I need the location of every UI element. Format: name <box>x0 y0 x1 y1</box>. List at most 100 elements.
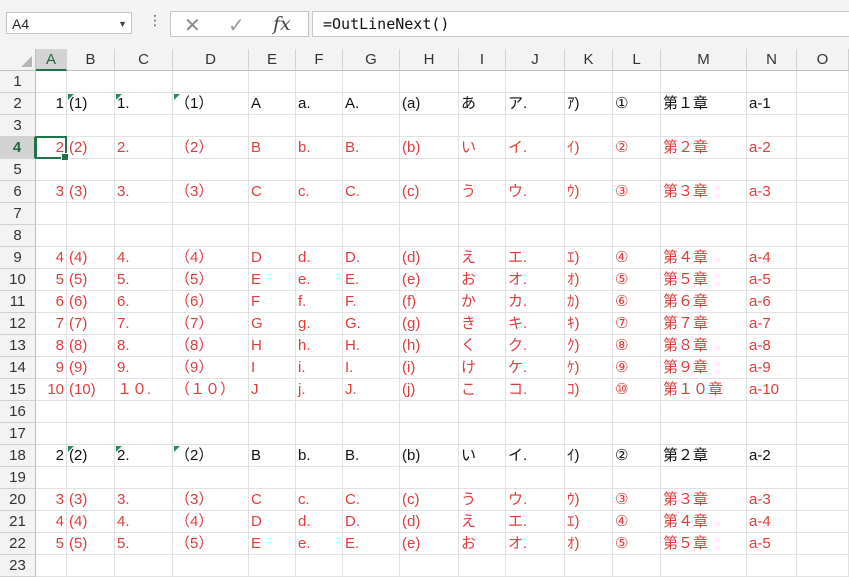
cell-f3[interactable] <box>296 115 343 137</box>
cell-i16[interactable] <box>459 401 506 423</box>
cell-b20[interactable]: (3) <box>67 489 115 511</box>
cell-n3[interactable] <box>747 115 797 137</box>
cell-a3[interactable] <box>36 115 67 137</box>
cell-k20[interactable]: ｳ) <box>565 489 613 511</box>
cell-k11[interactable]: ｶ) <box>565 291 613 313</box>
row-header-10[interactable]: 10 <box>0 269 36 291</box>
cell-n16[interactable] <box>747 401 797 423</box>
cell-k9[interactable]: ｴ) <box>565 247 613 269</box>
cell-n14[interactable]: a-9 <box>747 357 797 379</box>
cell-j11[interactable]: カ. <box>506 291 565 313</box>
cell-n4[interactable]: a-2 <box>747 137 797 159</box>
cell-j7[interactable] <box>506 203 565 225</box>
cell-b1[interactable] <box>67 71 115 93</box>
cell-c10[interactable]: 5. <box>115 269 173 291</box>
cell-a14[interactable]: 9 <box>36 357 67 379</box>
cell-c8[interactable] <box>115 225 173 247</box>
cell-g15[interactable]: J. <box>343 379 400 401</box>
cell-e18[interactable]: B <box>249 445 296 467</box>
cell-g14[interactable]: I. <box>343 357 400 379</box>
cell-d20[interactable]: （3） <box>173 489 249 511</box>
column-header-m[interactable]: M <box>661 49 747 71</box>
cell-e2[interactable]: A <box>249 93 296 115</box>
column-header-i[interactable]: I <box>459 49 506 71</box>
cell-k8[interactable] <box>565 225 613 247</box>
cancel-icon[interactable]: ✕ <box>184 13 201 37</box>
cell-j5[interactable] <box>506 159 565 181</box>
cell-f2[interactable]: a. <box>296 93 343 115</box>
cell-h2[interactable]: (a) <box>400 93 459 115</box>
cell-e12[interactable]: G <box>249 313 296 335</box>
cell-i15[interactable]: こ <box>459 379 506 401</box>
row-header-22[interactable]: 22 <box>0 533 36 555</box>
cell-g8[interactable] <box>343 225 400 247</box>
cell-f10[interactable]: e. <box>296 269 343 291</box>
row-header-12[interactable]: 12 <box>0 313 36 335</box>
cell-g1[interactable] <box>343 71 400 93</box>
cell-e5[interactable] <box>249 159 296 181</box>
cell-m11[interactable]: 第６章 <box>661 291 747 313</box>
cell-d18[interactable]: （2） <box>173 445 249 467</box>
cell-f11[interactable]: f. <box>296 291 343 313</box>
cell-b10[interactable]: (5) <box>67 269 115 291</box>
cell-d17[interactable] <box>173 423 249 445</box>
row-header-16[interactable]: 16 <box>0 401 36 423</box>
cell-b7[interactable] <box>67 203 115 225</box>
cell-c15[interactable]: １０. <box>115 379 173 401</box>
cell-i23[interactable] <box>459 555 506 577</box>
cell-h4[interactable]: (b) <box>400 137 459 159</box>
cell-d7[interactable] <box>173 203 249 225</box>
cell-m19[interactable] <box>661 467 747 489</box>
cell-n22[interactable]: a-5 <box>747 533 797 555</box>
cell-b3[interactable] <box>67 115 115 137</box>
cell-i19[interactable] <box>459 467 506 489</box>
cell-m17[interactable] <box>661 423 747 445</box>
cell-h8[interactable] <box>400 225 459 247</box>
row-header-6[interactable]: 6 <box>0 181 36 203</box>
cell-c19[interactable] <box>115 467 173 489</box>
cell-e17[interactable] <box>249 423 296 445</box>
cell-a4[interactable]: 2 <box>36 137 67 159</box>
cell-c23[interactable] <box>115 555 173 577</box>
cell-n15[interactable]: a-10 <box>747 379 797 401</box>
cell-o6[interactable] <box>797 181 849 203</box>
cell-l21[interactable]: ④ <box>613 511 661 533</box>
cell-j8[interactable] <box>506 225 565 247</box>
cell-i22[interactable]: お <box>459 533 506 555</box>
cell-g19[interactable] <box>343 467 400 489</box>
cell-c21[interactable]: 4. <box>115 511 173 533</box>
cell-k3[interactable] <box>565 115 613 137</box>
cell-j6[interactable]: ウ. <box>506 181 565 203</box>
cell-n20[interactable]: a-3 <box>747 489 797 511</box>
row-header-20[interactable]: 20 <box>0 489 36 511</box>
cell-a21[interactable]: 4 <box>36 511 67 533</box>
cell-d3[interactable] <box>173 115 249 137</box>
row-header-19[interactable]: 19 <box>0 467 36 489</box>
cell-k6[interactable]: ｳ) <box>565 181 613 203</box>
cell-f8[interactable] <box>296 225 343 247</box>
cell-k14[interactable]: ｹ) <box>565 357 613 379</box>
cell-k16[interactable] <box>565 401 613 423</box>
row-header-3[interactable]: 3 <box>0 115 36 137</box>
cell-i10[interactable]: お <box>459 269 506 291</box>
row-header-15[interactable]: 15 <box>0 379 36 401</box>
cell-b17[interactable] <box>67 423 115 445</box>
cell-c3[interactable] <box>115 115 173 137</box>
cell-m23[interactable] <box>661 555 747 577</box>
cell-i12[interactable]: き <box>459 313 506 335</box>
column-header-j[interactable]: J <box>506 49 565 71</box>
cell-g13[interactable]: H. <box>343 335 400 357</box>
cell-g6[interactable]: C. <box>343 181 400 203</box>
cell-o20[interactable] <box>797 489 849 511</box>
cell-b6[interactable]: (3) <box>67 181 115 203</box>
cell-k18[interactable]: ｲ) <box>565 445 613 467</box>
cell-o10[interactable] <box>797 269 849 291</box>
cell-n17[interactable] <box>747 423 797 445</box>
cell-a13[interactable]: 8 <box>36 335 67 357</box>
cell-a6[interactable]: 3 <box>36 181 67 203</box>
cell-g3[interactable] <box>343 115 400 137</box>
cell-f17[interactable] <box>296 423 343 445</box>
cell-d12[interactable]: （7） <box>173 313 249 335</box>
more-options-icon[interactable]: ⋮ <box>148 13 162 29</box>
cell-k2[interactable]: ｱ) <box>565 93 613 115</box>
